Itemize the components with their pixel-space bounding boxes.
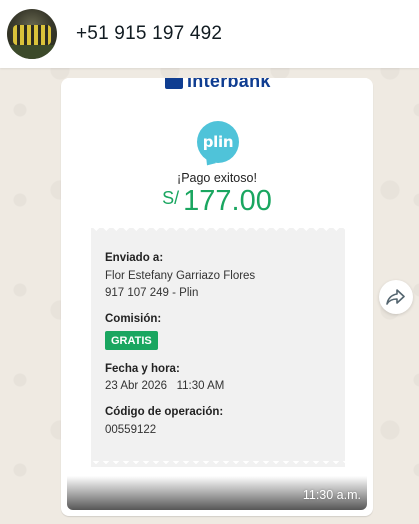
image-message-bubble[interactable]: Interbank plin ¡Pago exitoso! S/177.00 E… (61, 78, 373, 516)
datetime-label: Fecha y hora: (105, 363, 180, 375)
chat-header: +51 915 197 492 (0, 0, 419, 68)
sent-to-label: Enviado a: (105, 252, 164, 264)
contact-name[interactable]: +51 915 197 492 (76, 23, 222, 45)
payment-amount: S/177.00 (67, 185, 367, 218)
fee-badge: GRATIS (105, 331, 158, 350)
fee-label: Comisión: (105, 313, 162, 325)
datetime-value: 23 Abr 2026 11:30 AM (105, 380, 225, 392)
operation-code-label: Código de operación: (105, 406, 224, 418)
forward-icon (386, 289, 405, 305)
bank-logo-text: Interbank (187, 78, 271, 91)
bank-logo-mark (165, 78, 183, 89)
operation-code-value: 00559122 (105, 424, 157, 436)
payment-receipt-image[interactable]: Interbank plin ¡Pago exitoso! S/177.00 E… (67, 78, 367, 510)
currency-symbol: S/ (162, 188, 180, 208)
recipient-phone: 917 107 249 - Plin (105, 287, 199, 299)
recipient-name: Flor Estefany Garriazo Flores (105, 270, 256, 282)
contact-avatar[interactable] (7, 9, 57, 59)
message-timestamp: 11:30 a.m. (302, 488, 361, 502)
bank-logo: Interbank (165, 78, 277, 91)
details-edge-bottom (91, 461, 345, 467)
amount-value: 177.00 (183, 185, 272, 217)
payment-success-text: ¡Pago exitoso! (177, 171, 257, 185)
plin-logo-text: plin (202, 133, 234, 151)
plin-logo-icon: plin (197, 121, 239, 163)
forward-button[interactable] (379, 280, 413, 314)
